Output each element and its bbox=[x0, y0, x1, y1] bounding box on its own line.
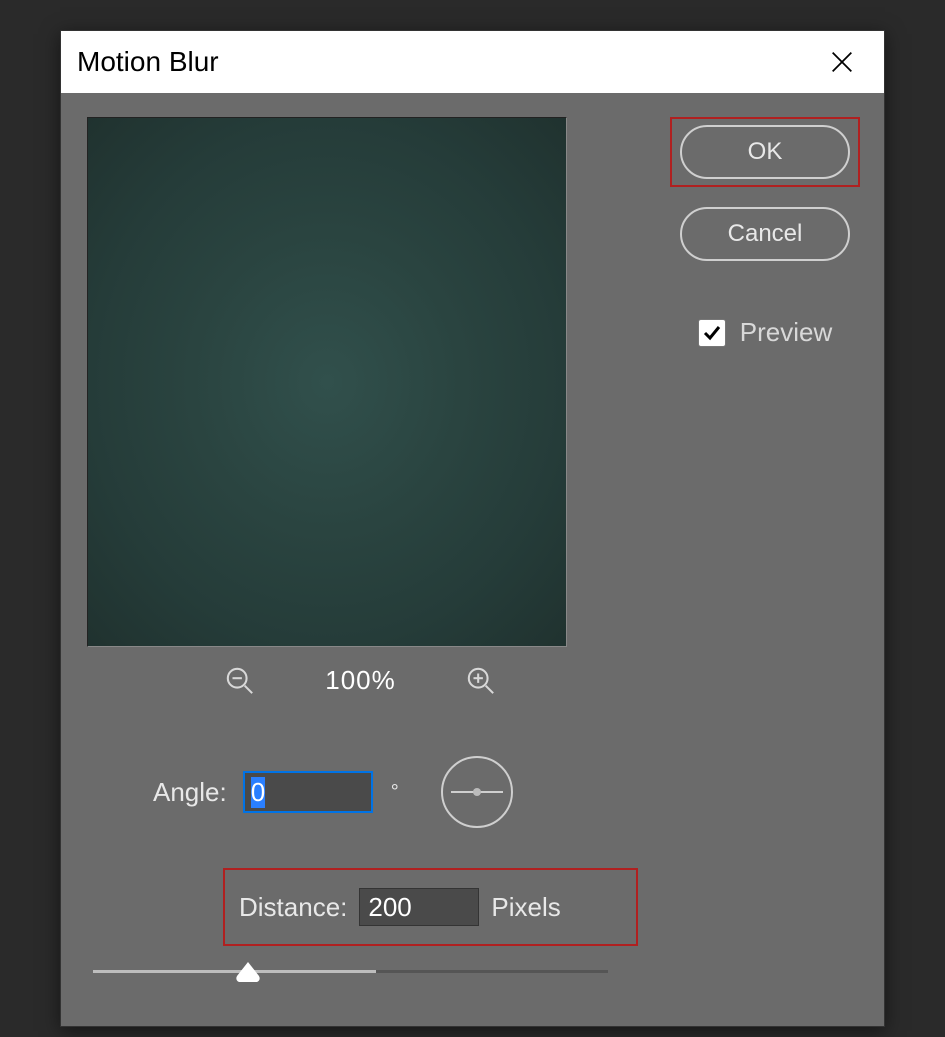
distance-slider[interactable] bbox=[93, 964, 608, 986]
angle-input[interactable] bbox=[243, 771, 373, 813]
ok-highlight: OK bbox=[670, 117, 860, 187]
motion-blur-dialog: Motion Blur 100% Angle: ° bbox=[60, 30, 885, 1027]
close-icon[interactable] bbox=[818, 42, 866, 82]
preview-checkbox-row: Preview bbox=[698, 317, 832, 348]
zoom-out-icon[interactable] bbox=[225, 666, 255, 696]
zoom-in-icon[interactable] bbox=[466, 666, 496, 696]
preview-checkbox[interactable] bbox=[698, 319, 726, 347]
angle-label: Angle: bbox=[153, 777, 227, 808]
angle-row: Angle: ° bbox=[83, 756, 638, 828]
distance-unit: Pixels bbox=[491, 892, 560, 923]
preview-image[interactable] bbox=[87, 117, 567, 647]
distance-label: Distance: bbox=[239, 892, 347, 923]
dialog-body: 100% Angle: ° Distance: Pixels bbox=[61, 93, 884, 1026]
right-column: OK Cancel Preview bbox=[668, 117, 862, 986]
dialog-title: Motion Blur bbox=[77, 46, 219, 78]
dialog-titlebar[interactable]: Motion Blur bbox=[61, 31, 884, 93]
angle-unit: ° bbox=[391, 781, 399, 804]
preview-checkbox-label: Preview bbox=[740, 317, 832, 348]
zoom-level-label: 100% bbox=[325, 665, 396, 696]
slider-line bbox=[93, 970, 608, 973]
angle-dial-icon[interactable] bbox=[441, 756, 513, 828]
cancel-button[interactable]: Cancel bbox=[680, 207, 850, 261]
left-column: 100% Angle: ° Distance: Pixels bbox=[83, 117, 638, 986]
distance-input[interactable] bbox=[359, 888, 479, 926]
distance-row: Distance: Pixels bbox=[223, 868, 638, 946]
zoom-controls: 100% bbox=[83, 665, 638, 696]
ok-button[interactable]: OK bbox=[680, 125, 850, 179]
